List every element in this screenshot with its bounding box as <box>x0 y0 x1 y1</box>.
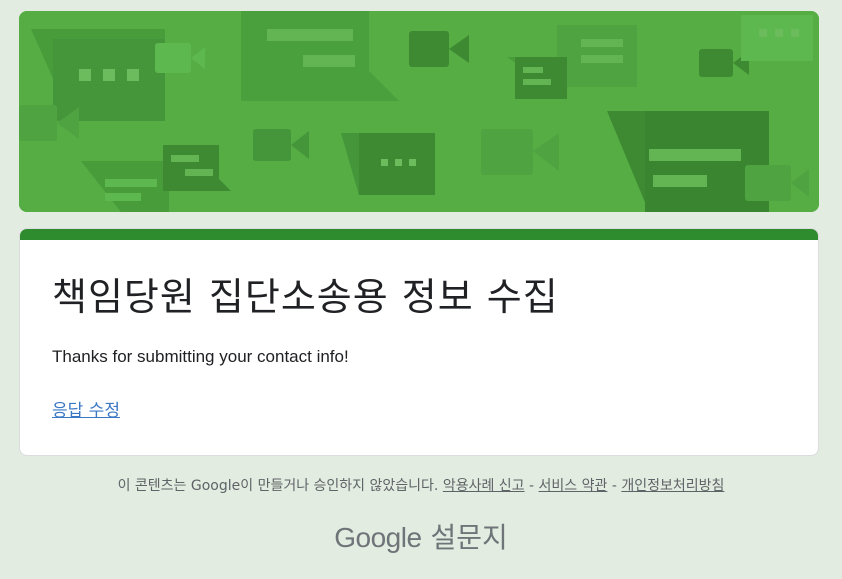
edit-response-link[interactable]: 응답 수정 <box>52 400 120 422</box>
terms-link[interactable]: 서비스 약관 <box>539 478 608 494</box>
chat-bubble-icon <box>741 15 813 61</box>
footer-separator: - <box>529 478 535 494</box>
footer-separator: - <box>611 478 617 494</box>
forms-product-name: 설문지 <box>430 521 508 554</box>
footer-disclaimer: 이 콘텐츠는 Google이 만들거나 승인하지 않았습니다. <box>117 478 439 494</box>
footer: 이 콘텐츠는 Google이 만들거나 승인하지 않았습니다. 악용사례 신고 … <box>0 476 842 496</box>
form-card: 책임당원 집단소송용 정보 수집 Thanks for submitting y… <box>19 228 819 456</box>
report-abuse-link[interactable]: 악용사례 신고 <box>443 478 525 494</box>
banner-illustration <box>19 11 819 212</box>
google-wordmark: Google <box>334 522 422 553</box>
header-banner <box>19 11 819 212</box>
card-accent-bar <box>20 229 818 240</box>
privacy-link[interactable]: 개인정보처리방침 <box>621 478 724 494</box>
google-forms-logo[interactable]: Google 설문지 <box>0 520 842 556</box>
confirmation-message: Thanks for submitting your contact info! <box>52 347 349 366</box>
form-title: 책임당원 집단소송용 정보 수집 <box>52 275 559 319</box>
